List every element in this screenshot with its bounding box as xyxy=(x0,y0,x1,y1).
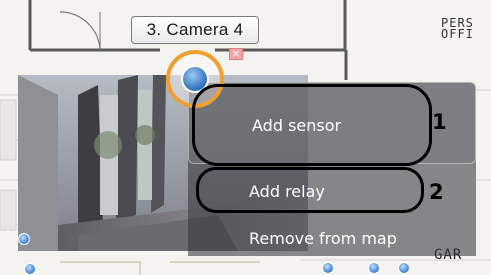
room-label-top: PERS OFFI xyxy=(441,16,474,41)
annotation-highlight-2 xyxy=(196,167,424,213)
location-pin-icon[interactable] xyxy=(24,263,36,275)
annotation-highlight-1 xyxy=(192,84,432,166)
location-pin-icon[interactable] xyxy=(322,262,334,274)
annotation-number-2: 2 xyxy=(429,180,444,204)
location-pin-icon[interactable] xyxy=(18,233,30,245)
location-pin-icon[interactable] xyxy=(398,262,410,274)
camera-name-label[interactable]: 3. Camera 4 xyxy=(131,16,259,44)
annotation-number-1: 1 xyxy=(432,110,447,134)
menu-item-remove-from-map[interactable]: Remove from map xyxy=(249,229,397,248)
location-pin-icon[interactable] xyxy=(368,262,380,274)
close-icon[interactable]: × xyxy=(229,48,243,60)
